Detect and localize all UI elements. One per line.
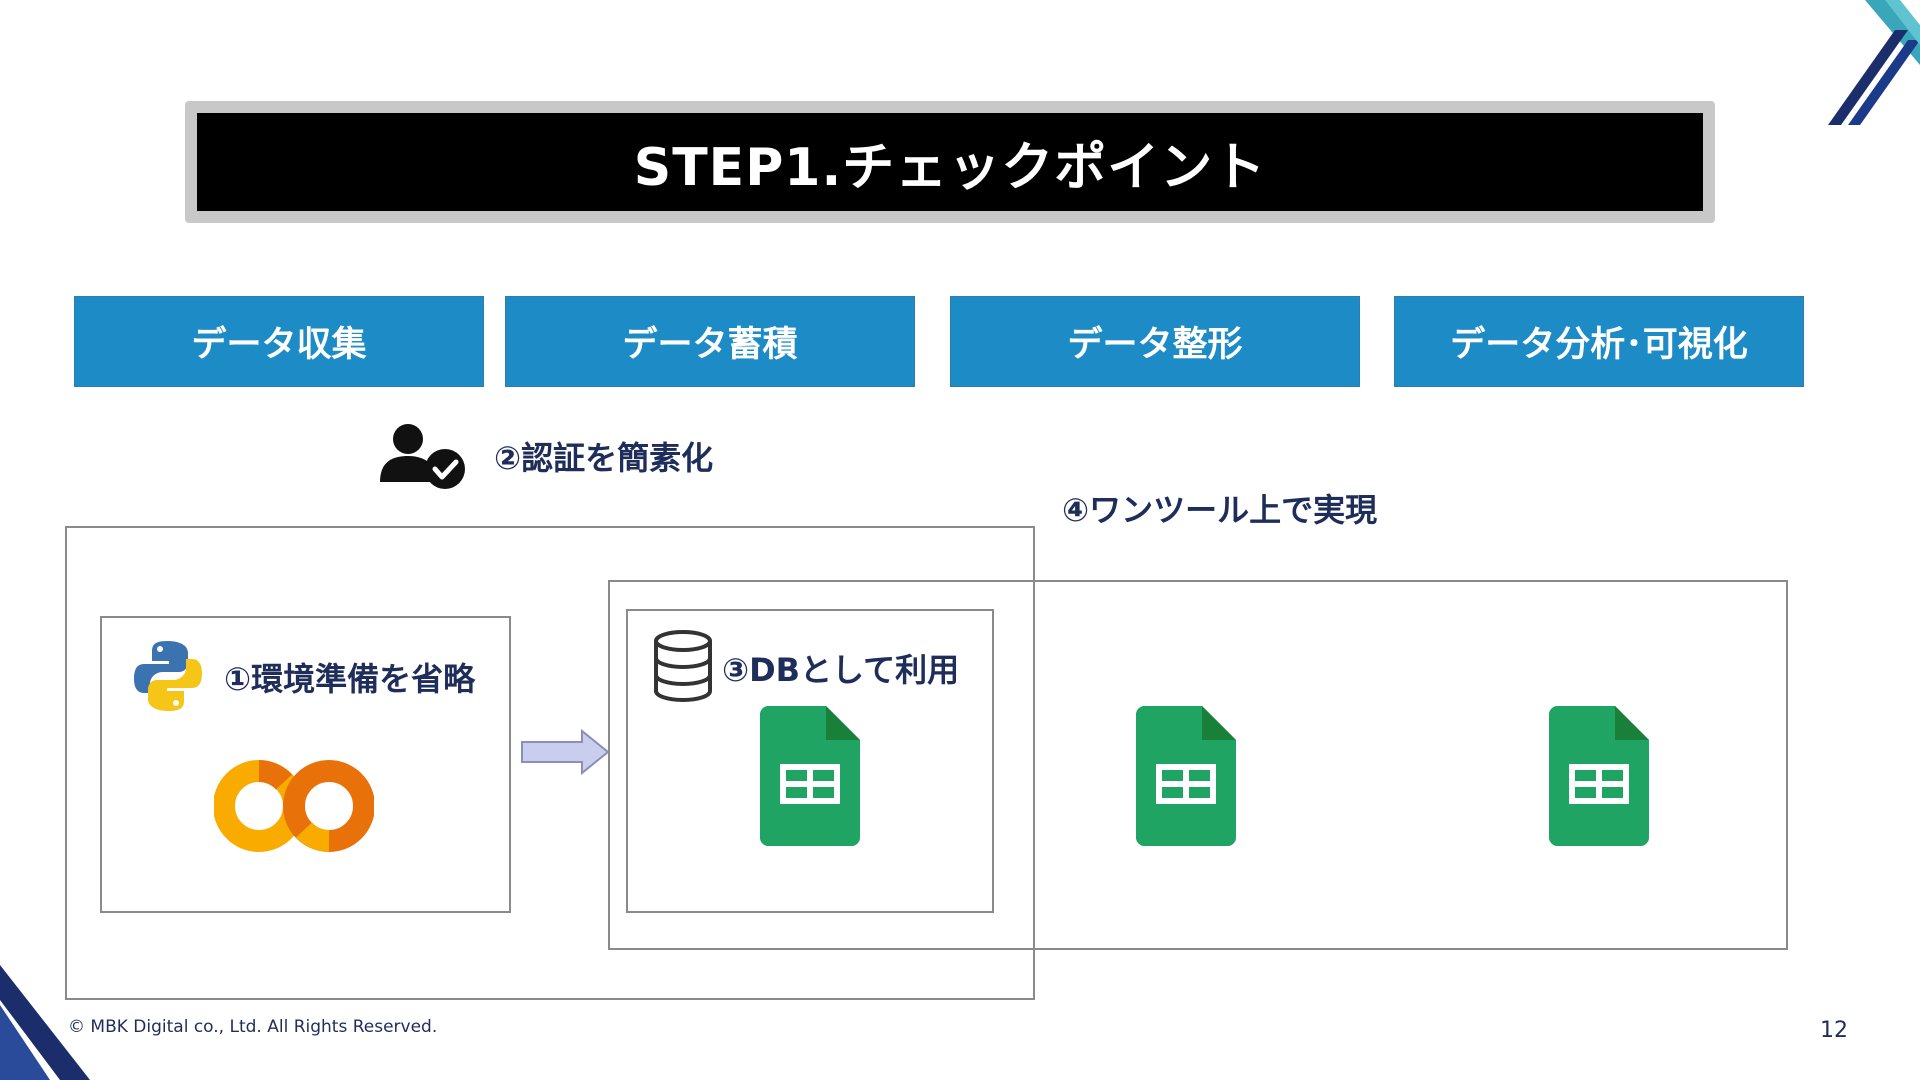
python-logo-icon bbox=[134, 641, 202, 711]
step-data-analysis: データ分析･可視化 bbox=[1394, 296, 1804, 387]
step-data-collection: データ収集 bbox=[74, 296, 484, 387]
google-sheets-icon bbox=[1549, 706, 1649, 846]
copyright-footer: © MBK Digital co., Ltd. All Rights Reser… bbox=[68, 1017, 438, 1037]
page-number: 12 bbox=[1820, 1018, 1848, 1043]
page-title: STEP1.チェックポイント bbox=[197, 113, 1703, 211]
point-3-label: ③DBとして利用 bbox=[722, 651, 960, 689]
google-sheets-icon bbox=[760, 706, 860, 846]
step-data-storage: データ蓄積 bbox=[505, 296, 915, 387]
right-arrow-icon bbox=[521, 728, 610, 776]
database-icon bbox=[654, 630, 712, 702]
user-check-icon bbox=[380, 424, 465, 489]
point-2-label: ②認証を簡素化 bbox=[494, 439, 714, 477]
point-4-label: ④ワンツール上で実現 bbox=[1062, 491, 1378, 529]
point-1-label: ①環境準備を省略 bbox=[224, 660, 476, 698]
google-sheets-icon bbox=[1136, 706, 1236, 846]
step-data-shaping: データ整形 bbox=[950, 296, 1360, 387]
colab-logo-icon bbox=[214, 760, 374, 852]
corner-stripes-decoration bbox=[1828, 0, 1920, 125]
